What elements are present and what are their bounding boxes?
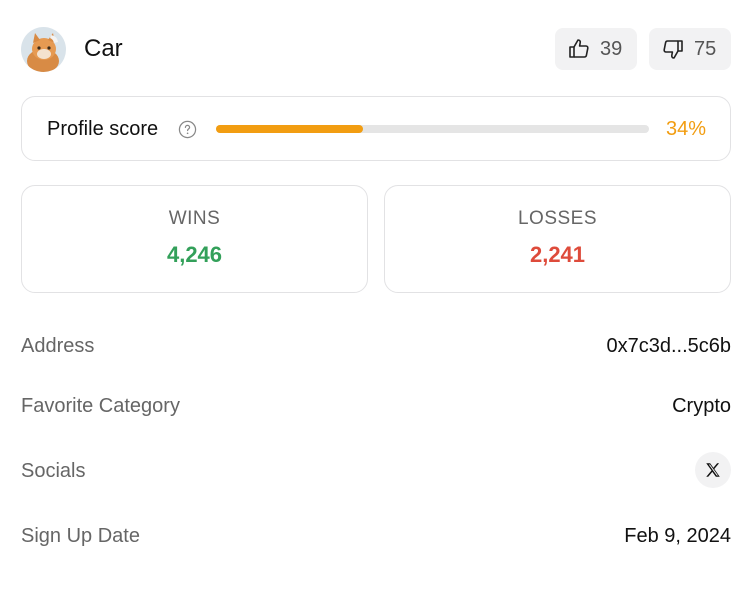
profile-score-progress-fill: [216, 125, 364, 133]
cat-avatar-image: [21, 27, 66, 72]
losses-label: LOSSES: [517, 208, 598, 229]
losses-card: LOSSES 2,241: [384, 185, 731, 293]
socials-label: Socials: [21, 460, 86, 482]
x-logo-icon: [706, 463, 720, 477]
thumbs-down-icon: [663, 40, 683, 59]
wins-card: WINS 4,246: [21, 185, 368, 293]
profile-header: Car 39 75: [21, 27, 731, 73]
upvote-button[interactable]: 39: [555, 28, 637, 70]
address-value[interactable]: 0x7c3d...5c6b: [606, 335, 731, 358]
detail-row-address: Address 0x7c3d...5c6b: [21, 335, 731, 365]
profile-score-label: Profile score: [47, 118, 159, 140]
losses-value: 2,241: [529, 242, 586, 267]
avatar: [21, 27, 66, 72]
profile-score-progress-track: [216, 125, 649, 133]
profile-name: Car: [84, 35, 123, 62]
favorite-category-value: Crypto: [672, 395, 731, 417]
downvote-button[interactable]: 75: [649, 28, 731, 70]
profile-score-percent: 34%: [665, 118, 706, 140]
upvote-count: 39: [600, 37, 623, 60]
favorite-category-label: Favorite Category: [21, 395, 180, 417]
signup-date-value: Feb 9, 2024: [624, 525, 731, 547]
thumbs-up-icon: [569, 39, 589, 58]
address-label: Address: [21, 335, 95, 357]
detail-row-signup-date: Sign Up Date Feb 9, 2024: [21, 525, 731, 555]
downvote-count: 75: [694, 37, 717, 60]
help-icon[interactable]: [178, 120, 197, 139]
signup-date-label: Sign Up Date: [21, 525, 140, 547]
detail-row-category: Favorite Category Crypto: [21, 395, 731, 425]
wins-label: WINS: [168, 208, 221, 229]
wins-value: 4,246: [166, 242, 223, 267]
profile-score-card: Profile score 34%: [21, 96, 731, 161]
detail-row-socials: Socials: [21, 452, 731, 490]
x-social-link[interactable]: [695, 452, 731, 488]
